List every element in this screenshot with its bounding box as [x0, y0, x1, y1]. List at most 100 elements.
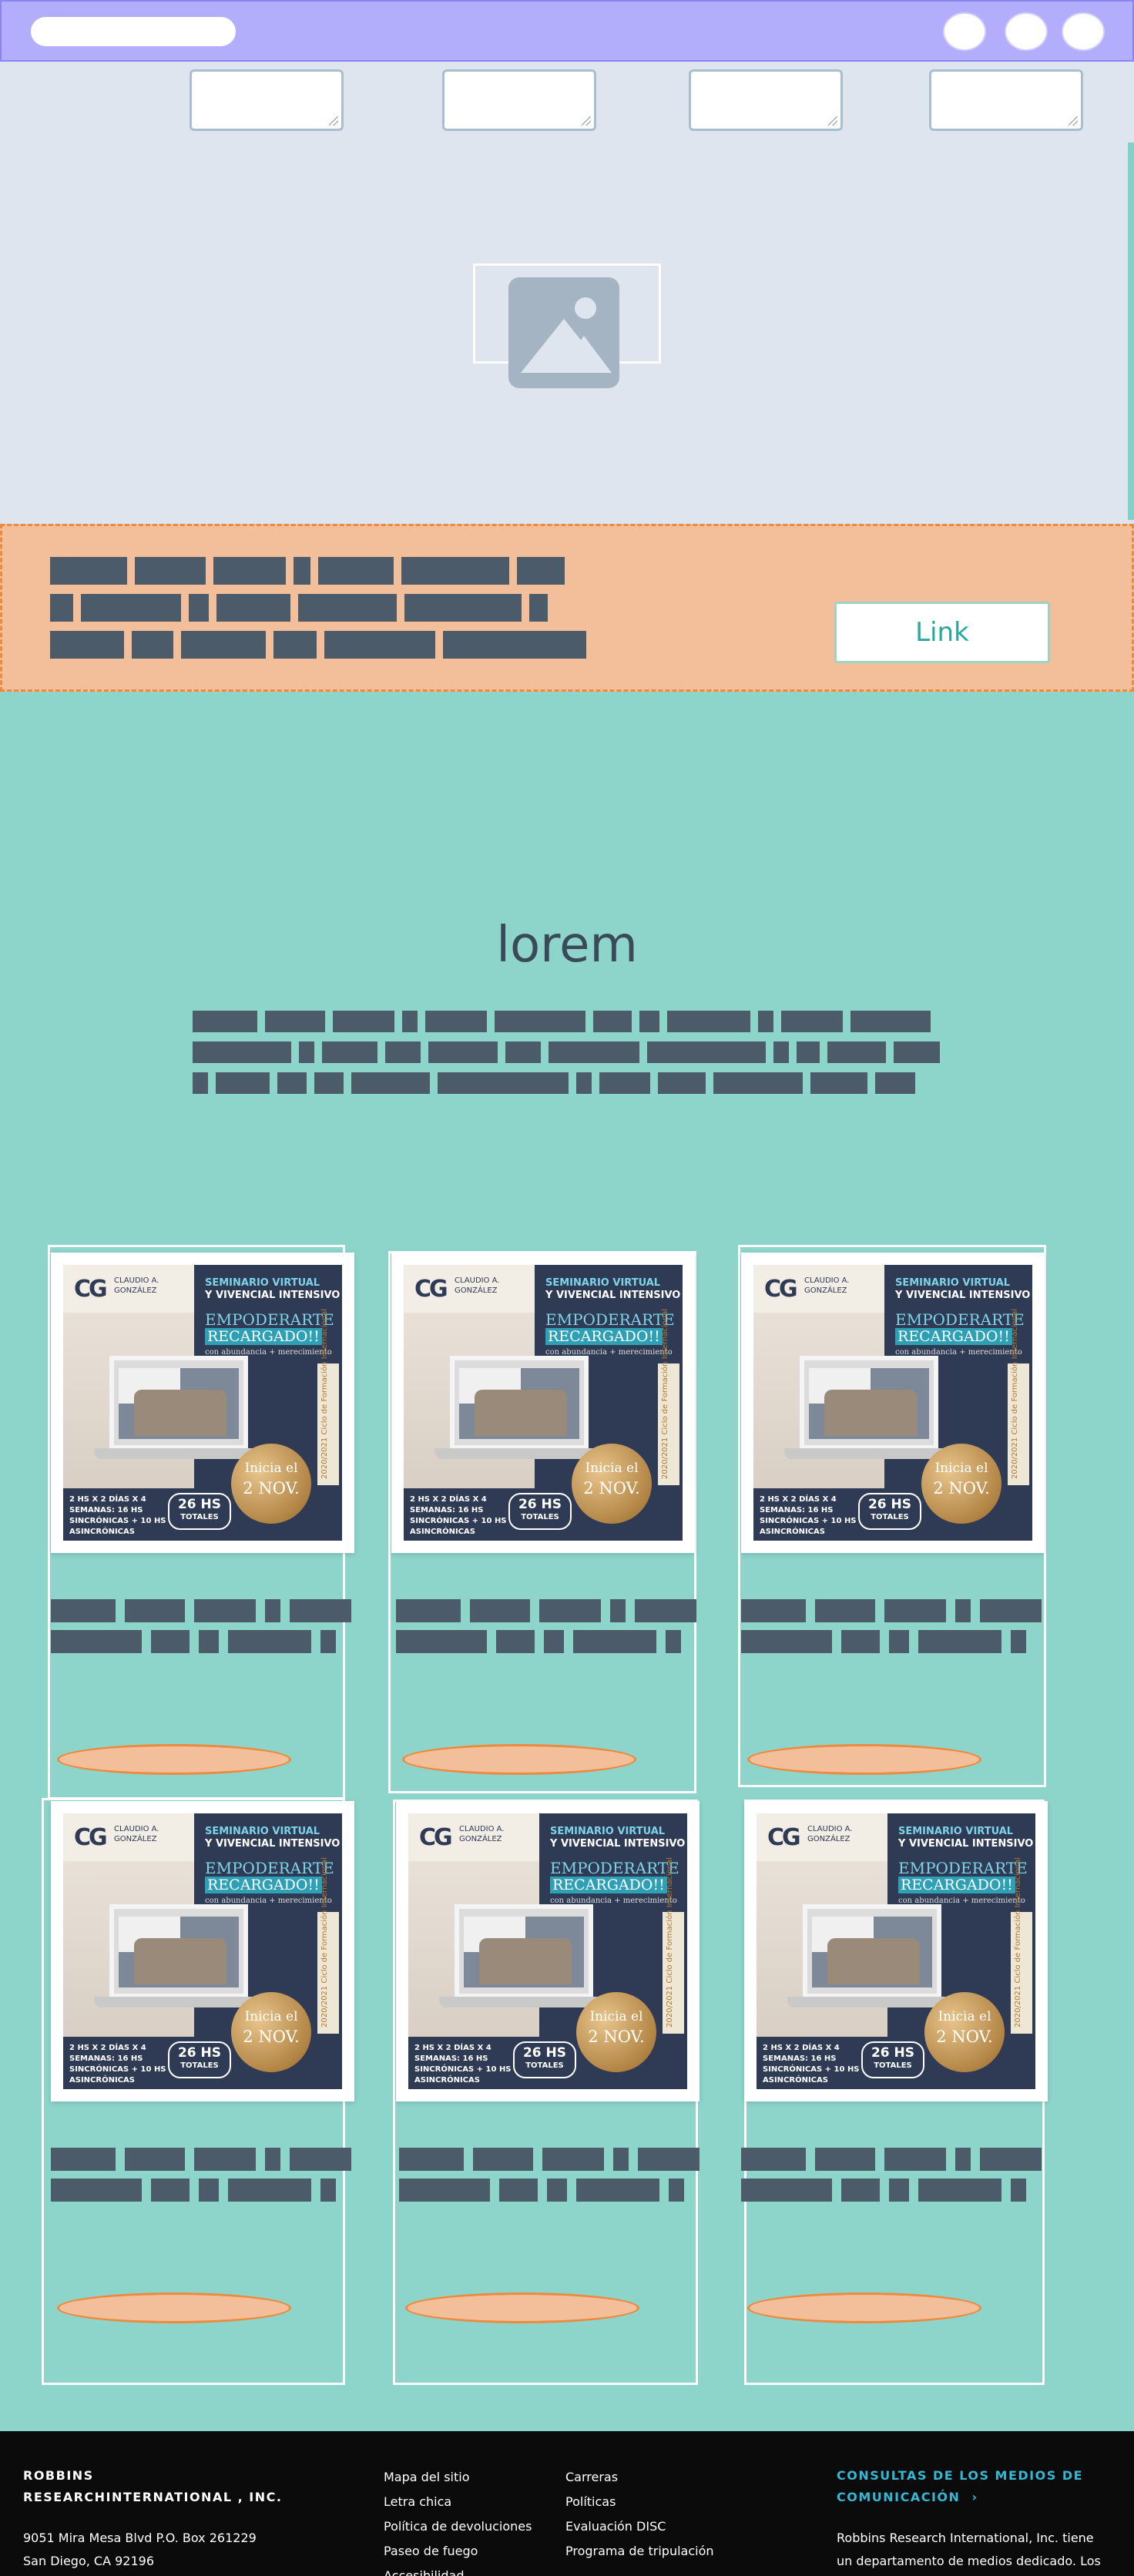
- text-placeholder-block: [827, 1041, 886, 1063]
- start-date-badge: Inicia el 2 NOV.: [231, 1992, 311, 2072]
- scrollbar-strip[interactable]: [1128, 143, 1134, 520]
- text-placeholder-block: [666, 1630, 681, 1653]
- text-placeholder-block: [713, 1072, 803, 1094]
- footer-link-fine-print[interactable]: Letra chica: [384, 2490, 532, 2514]
- text-placeholder-block: [81, 594, 181, 622]
- brand-logo: CG: [414, 1276, 448, 1303]
- poster-headline-1: SEMINARIO VIRTUAL: [898, 1826, 1014, 1837]
- text-placeholder-block: [576, 1072, 592, 1094]
- image-placeholder-icon: [508, 277, 619, 388]
- course-poster[interactable]: CG CLAUDIO A. GONZÁLEZ SEMINARIO VIRTUAL Y V…: [744, 1801, 1048, 2101]
- poster-title-1: EMPODERARTE: [205, 1859, 334, 1877]
- text-placeholder-block: [385, 1041, 421, 1063]
- card-action-button[interactable]: [402, 1744, 636, 1775]
- poster-subtitle: con abundancia + merecimiento: [550, 1897, 677, 1905]
- text-placeholder-block: [918, 2179, 1001, 2202]
- poster-image: CG CLAUDIO A. GONZÁLEZ SEMINARIO VIRTUAL Y V…: [753, 1265, 1032, 1541]
- footer-link-refund-policy[interactable]: Política de devoluciones: [384, 2514, 532, 2539]
- text-placeholder-block: [918, 1630, 1001, 1653]
- course-poster[interactable]: CG CLAUDIO A. GONZÁLEZ SEMINARIO VIRTUAL Y V…: [396, 1801, 700, 2101]
- brand-name: CLAUDIO A. GONZÁLEZ: [114, 1276, 159, 1295]
- text-placeholder-block: [547, 2179, 567, 2202]
- card-action-button[interactable]: [57, 1744, 291, 1775]
- card-action-button[interactable]: [405, 2293, 639, 2323]
- nav-circle-button-2[interactable]: [1005, 12, 1048, 51]
- footer-link-policies[interactable]: Políticas: [565, 2490, 714, 2514]
- text-placeholder-block: [495, 1011, 585, 1032]
- poster-headline-2: Y VIVENCIAL INTENSIVO: [550, 1838, 686, 1850]
- footer-link-careers[interactable]: Carreras: [565, 2465, 714, 2490]
- footer-link-site-map[interactable]: Mapa del sitio: [384, 2465, 532, 2490]
- text-placeholder-block: [884, 1599, 946, 1622]
- text-placeholder-block: [473, 2148, 533, 2171]
- nav-circle-button-1[interactable]: [943, 12, 986, 51]
- poster-headline-1: SEMINARIO VIRTUAL: [545, 1277, 661, 1289]
- nav-circle-button-3[interactable]: [1062, 12, 1105, 51]
- text-placeholder-block: [290, 2148, 351, 2171]
- text-placeholder-block: [980, 2148, 1042, 2171]
- footer-link-crew-program[interactable]: Programa de tripulación: [565, 2539, 714, 2564]
- footer-links-col1: Mapa del sitio Letra chica Política de d…: [384, 2465, 532, 2576]
- text-placeholder-block: [273, 631, 317, 659]
- brand-name: CLAUDIO A. GONZÁLEZ: [459, 1825, 505, 1843]
- text-placeholder-block: [265, 2148, 280, 2171]
- text-placeholder-block: [669, 2179, 684, 2202]
- footer-link-accessibility[interactable]: Accesibilidad: [384, 2564, 532, 2576]
- poster-title-1: EMPODERARTE: [545, 1310, 675, 1329]
- card-action-button[interactable]: [57, 2293, 291, 2323]
- poster-side-band: 2020/2021 Ciclo de Formación Internacion…: [658, 1309, 679, 1485]
- hero-textarea-2[interactable]: [442, 69, 596, 131]
- poster-headline-1: SEMINARIO VIRTUAL: [550, 1826, 666, 1837]
- poster-image: CG CLAUDIO A. GONZÁLEZ SEMINARIO VIRTUAL Y V…: [404, 1265, 683, 1541]
- text-placeholder-block: [599, 1072, 650, 1094]
- text-placeholder-block: [199, 2179, 219, 2202]
- brand-logo: CG: [74, 1824, 108, 1851]
- course-poster[interactable]: CG CLAUDIO A. GONZÁLEZ SEMINARIO VIRTUAL Y V…: [391, 1253, 695, 1553]
- card-action-button[interactable]: [747, 2293, 981, 2323]
- poster-image: CG CLAUDIO A. GONZÁLEZ SEMINARIO VIRTUAL Y V…: [63, 1265, 342, 1541]
- hours-badge: 26 HS TOTALES: [508, 1493, 572, 1530]
- footer-link-fire-walk[interactable]: Paseo de fuego: [384, 2539, 532, 2564]
- poster-side-band: 2020/2021 Ciclo de Formación Internacion…: [663, 1857, 684, 2034]
- start-date-badge: Inicia el 2 NOV.: [921, 1444, 1001, 1524]
- text-placeholder-block: [216, 594, 290, 622]
- text-placeholder-block: [51, 1630, 142, 1653]
- poster-image: CG CLAUDIO A. GONZÁLEZ SEMINARIO VIRTUAL Y V…: [408, 1813, 687, 2089]
- brand-logo: CG: [764, 1276, 798, 1303]
- hero-textarea-4[interactable]: [929, 69, 1083, 131]
- text-placeholder-block: [51, 1599, 116, 1622]
- footer-link-disc[interactable]: Evaluación DISC: [565, 2514, 714, 2539]
- course-poster[interactable]: CG CLAUDIO A. GONZÁLEZ SEMINARIO VIRTUAL Y V…: [51, 1253, 354, 1553]
- hero-textarea-3[interactable]: [689, 69, 843, 131]
- text-placeholder-block: [889, 2179, 909, 2202]
- brand-logo: CG: [74, 1276, 108, 1303]
- footer-media-heading[interactable]: CONSULTAS DE LOS MEDIOS DE COMUNICACIÓN …: [837, 2465, 1106, 2508]
- text-placeholder-block: [396, 1630, 487, 1653]
- course-poster[interactable]: CG CLAUDIO A. GONZÁLEZ SEMINARIO VIRTUAL Y V…: [741, 1253, 1045, 1553]
- hours-badge: 26 HS TOTALES: [858, 1493, 921, 1530]
- text-placeholder-block: [499, 2179, 538, 2202]
- hero-textarea-1[interactable]: [190, 69, 344, 131]
- text-placeholder-block: [216, 1072, 270, 1094]
- footer-address-line1: 9051 Mira Mesa Blvd P.O. Box 261229: [23, 2531, 257, 2545]
- poster-subtitle: con abundancia + merecimiento: [205, 1348, 332, 1357]
- text-placeholder-block: [50, 631, 124, 659]
- brand-name: CLAUDIO A. GONZÁLEZ: [455, 1276, 500, 1295]
- course-poster[interactable]: CG CLAUDIO A. GONZÁLEZ SEMINARIO VIRTUAL Y V…: [51, 1801, 354, 2101]
- poster-title-2: RECARGADO!!: [205, 1328, 322, 1345]
- section-title: lorem: [496, 917, 638, 974]
- link-button[interactable]: Link: [834, 602, 1050, 663]
- poster-headline-1: SEMINARIO VIRTUAL: [205, 1826, 320, 1837]
- start-date-badge: Inicia el 2 NOV.: [924, 1992, 1005, 2072]
- media-heading-text: CONSULTAS DE LOS MEDIOS DE COMUNICACIÓN: [837, 2468, 1084, 2504]
- text-placeholder-block: [647, 1041, 766, 1063]
- text-placeholder-block: [298, 594, 397, 622]
- text-placeholder-block: [875, 1072, 915, 1094]
- text-placeholder-block: [294, 557, 310, 585]
- text-placeholder-block: [401, 557, 509, 585]
- brand-logo: CG: [419, 1824, 453, 1851]
- text-placeholder-block: [741, 2148, 806, 2171]
- card-action-button[interactable]: [747, 1744, 981, 1775]
- text-placeholder-block: [505, 1041, 541, 1063]
- search-pill[interactable]: [31, 17, 236, 46]
